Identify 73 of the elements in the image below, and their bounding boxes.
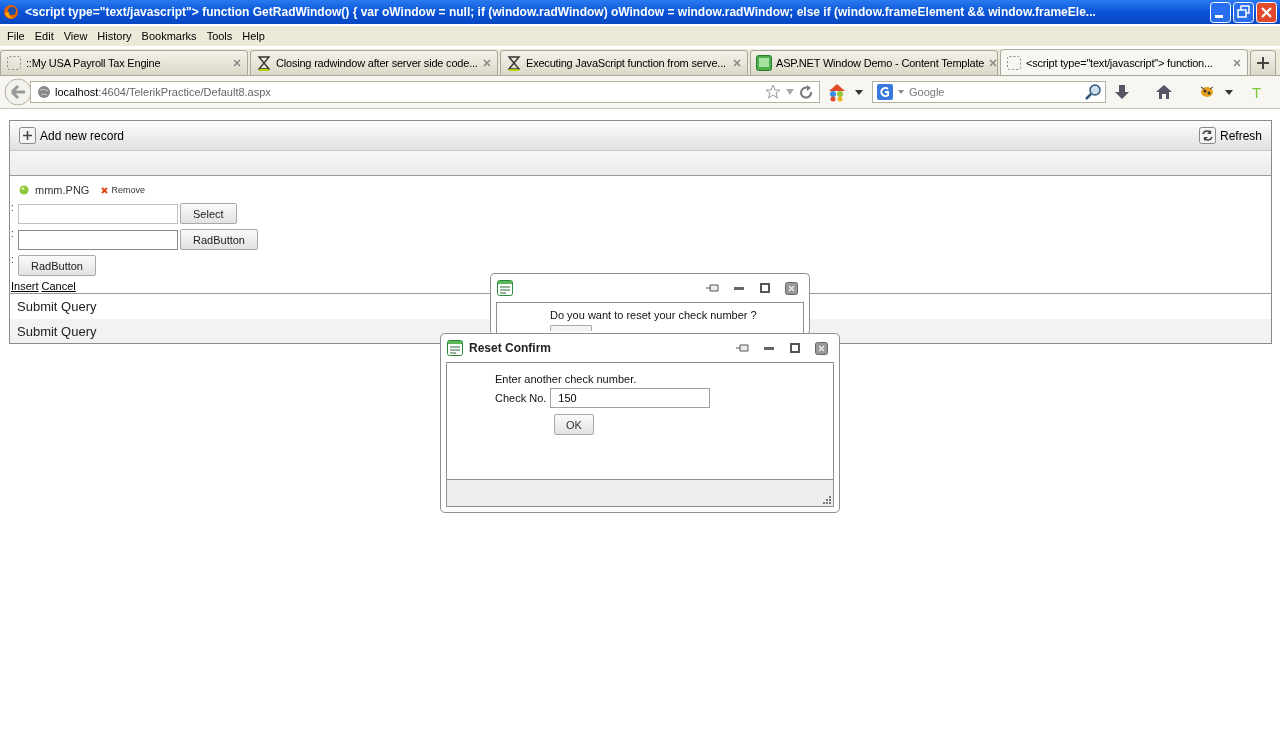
close-button[interactable] [785,281,798,295]
browser-tab[interactable]: Executing JavaScript function from serve... [500,50,748,75]
browser-tab[interactable]: <script type="text/javascript"> function... [1000,49,1248,75]
maximize-button[interactable] [789,342,801,354]
plus-icon [1257,57,1269,69]
ok-button[interactable]: OK [554,414,594,435]
resize-grip-icon[interactable] [823,496,831,504]
window-icon [447,340,463,356]
globe-icon [37,85,51,99]
window-icon [497,280,513,296]
back-button[interactable] [4,78,32,106]
pin-button[interactable] [736,342,749,354]
form-link[interactable]: Cancel [41,280,76,292]
field-label: : [11,254,15,265]
file-name: mmm.PNG [35,184,90,196]
menu-item[interactable]: Help [237,30,270,42]
refresh-icon [1198,127,1216,144]
field-label: : [11,202,15,213]
field-label: Check No. [495,392,547,404]
page-icon [1006,54,1022,71]
reload-icon[interactable] [799,85,813,99]
menu-item[interactable]: File [2,30,30,42]
maximize-button[interactable] [759,282,771,294]
input-field[interactable] [18,230,178,250]
dialog-message: Enter another check number. [495,373,638,385]
caret-icon[interactable] [854,87,864,97]
form-link[interactable]: Insert [11,280,39,292]
file-field[interactable] [18,204,178,224]
menu-item[interactable]: History [92,30,137,42]
rad-button[interactable]: RadButton [180,229,258,250]
menu-item[interactable]: Edit [29,30,59,42]
remove-link[interactable]: Remove [101,185,145,195]
plus-icon [19,127,36,144]
pin-button[interactable] [706,282,719,294]
close-icon[interactable] [1232,57,1242,68]
add-record-button[interactable]: Add new record [19,127,125,144]
browser-tab[interactable]: Closing radwindow after server side code... [250,50,498,75]
menu-item[interactable]: Tools [201,30,238,42]
select-button[interactable]: Select [180,203,237,224]
page-icon [6,55,22,71]
close-icon[interactable] [232,58,242,68]
hourglass-icon [256,55,272,71]
browser-tab[interactable]: ::My USA Payroll Tax Engine [0,50,248,75]
site-icon [756,55,772,71]
home-tiles-icon[interactable] [828,82,846,102]
restore-button[interactable] [1233,1,1254,23]
window-title: <script type="text/javascript"> function GetRadWindow() { var oWindow = null; if (window.radWindow) oWindow = window.radWindow; else if (window.frameElement && window.frameEle... [25,5,1097,19]
minimize-button[interactable] [1210,1,1231,23]
close-icon[interactable] [988,58,999,68]
star-icon[interactable] [765,84,781,100]
field-label: : [11,228,15,239]
home-icon[interactable] [1156,84,1172,100]
browser-tab[interactable]: ASP.NET Window Demo - Content Template [750,50,998,75]
close-icon[interactable] [732,58,742,68]
dialog-title: Reset Confirm [469,341,552,355]
menu-item[interactable]: View [58,30,93,42]
close-button[interactable] [815,341,828,355]
status-dot-icon [19,185,29,195]
close-icon[interactable] [482,58,492,68]
address-field[interactable]: localhost:4604/TelerikPractice/Default8.aspx [30,81,820,103]
cross-icon [101,186,109,194]
menu-item[interactable]: Bookmarks [136,30,202,42]
rad-button[interactable]: RadButton [18,255,96,276]
check-number-field[interactable]: 150 [550,388,711,408]
download-arrow-icon[interactable] [1114,84,1130,100]
search-field[interactable]: Google [872,81,1106,103]
browser-logo-icon [3,4,19,20]
refresh-button[interactable]: Refresh [1198,127,1262,144]
search-engine-icon[interactable] [877,84,893,100]
caret-icon[interactable] [1224,87,1234,97]
new-tab-button[interactable] [1250,50,1276,75]
search-icon[interactable] [1085,84,1101,100]
hourglass-icon [506,55,522,71]
